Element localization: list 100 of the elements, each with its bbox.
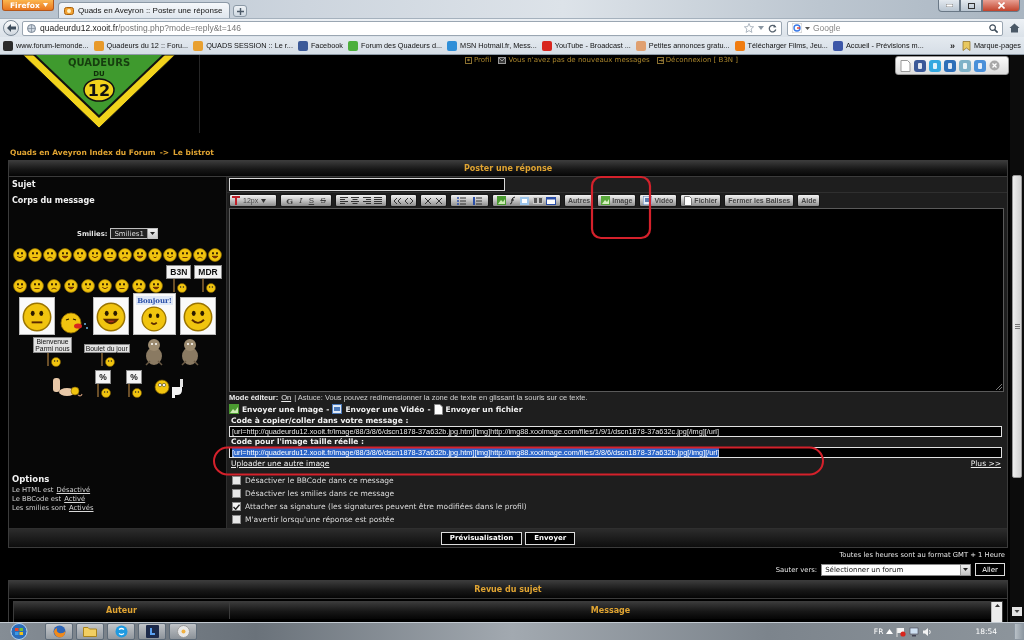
minimize-icon [945,4,953,7]
smiley-icon [141,306,168,332]
file-icon [433,403,443,415]
smiley-icon[interactable] [132,279,147,293]
toilet-smiley-icon[interactable] [154,378,184,398]
flash-icon[interactable] [509,196,517,205]
smiley-icon[interactable] [103,248,117,262]
smiley-icon[interactable] [88,248,102,262]
share-icon[interactable] [914,59,926,72]
smiley-icon[interactable] [133,248,147,262]
caret-icon [805,26,810,30]
smiley-tile[interactable] [93,297,130,335]
media-icon[interactable] [532,197,543,204]
smiley-icon[interactable] [30,279,45,293]
quote-icon[interactable] [394,197,403,204]
envelope-icon [498,56,507,64]
grip-icon [1014,324,1020,329]
network-icon[interactable] [909,626,920,637]
taskbar-button[interactable] [138,623,166,640]
checkbox[interactable] [232,515,241,524]
start-button[interactable] [10,623,30,640]
smiley-sign[interactable]: B3N [166,265,192,279]
smiley-icon[interactable] [28,248,42,262]
new-tab-button[interactable] [233,5,247,17]
close-icon [997,2,1005,9]
window-icon[interactable] [546,196,557,205]
smiley-icon[interactable] [81,279,96,293]
subject-field[interactable] [229,178,505,191]
align-center-icon[interactable] [351,197,360,204]
code-icon[interactable] [404,197,413,204]
smiley-icon[interactable] [163,248,177,262]
format-button[interactable]: I [297,195,305,206]
maximize-button[interactable] [960,0,982,12]
x-mark-icon[interactable] [435,197,442,204]
scrollbar[interactable] [1010,55,1024,622]
smiley-icon[interactable] [149,279,164,293]
share-icon[interactable] [944,59,956,72]
address-field[interactable]: quadeurdu12.xooit.fr/posting.php?mode=reply&t=146 [22,20,782,36]
kissing-face-icon[interactable] [59,311,90,335]
smiley-sign[interactable]: MDR [194,265,222,279]
smiley-tile[interactable] [179,297,216,335]
align-left-icon[interactable] [339,197,348,204]
smiley-icon[interactable] [98,279,113,293]
close-button[interactable] [982,0,1020,12]
smiley-icon[interactable] [47,279,62,293]
align-right-icon[interactable] [362,197,371,204]
page-icon[interactable] [900,59,911,72]
checkbox[interactable] [232,476,241,485]
picture-icon [601,196,611,205]
checkbox[interactable] [232,489,241,498]
reload-icon[interactable] [768,23,777,33]
bullet-list-icon[interactable] [456,196,466,205]
smiley-icon[interactable] [178,248,192,262]
format-button[interactable]: G [284,195,295,206]
numbered-list-icon[interactable] [473,196,483,205]
home-icon [1009,23,1020,33]
home-button[interactable] [1009,23,1020,33]
caret-icon[interactable] [758,26,764,30]
smiley-icon[interactable] [73,248,87,262]
column-header: Auteur [14,602,230,619]
logout-icon [656,56,664,64]
browser-tab[interactable]: Quads en Aveyron :: Poster une réponse [58,2,230,18]
back-button[interactable] [3,20,19,36]
share-icon[interactable] [974,59,986,72]
smiley-icon[interactable] [193,248,207,262]
caret-icon [42,3,48,7]
smiley-icon[interactable] [115,279,130,293]
search-field[interactable]: Google [787,20,1003,36]
smiley-icon[interactable] [118,248,132,262]
format-button[interactable]: S [306,195,317,206]
file-icon [684,195,693,206]
taskbar-button[interactable] [76,623,104,640]
scroll-down-icon[interactable] [1012,607,1022,616]
volume-icon[interactable] [922,626,933,637]
smiley-icon[interactable] [64,279,79,293]
smiley-sign[interactable]: % [95,370,111,384]
taskbar-button[interactable] [169,623,197,640]
format-button[interactable]: S [318,195,328,206]
checkbox[interactable] [232,502,241,511]
flag-icon[interactable] [896,626,907,637]
justify-icon[interactable] [374,197,383,204]
smiley-icon[interactable] [208,248,222,262]
smiley-sign[interactable]: % [126,370,142,384]
star-icon[interactable] [744,23,754,33]
disc-icon [176,625,190,638]
x-mark-icon[interactable] [425,197,432,204]
smiley-icon[interactable] [148,248,162,262]
scrollbar-thumb[interactable] [1012,175,1022,478]
search-icon[interactable] [989,23,998,33]
minimize-button[interactable] [938,0,960,12]
smiley-tile[interactable] [19,297,56,335]
more-bookmarks-button[interactable]: » [947,40,957,51]
crawling-figure-icon[interactable] [51,376,83,398]
tray-arrow-icon[interactable] [886,629,894,634]
smiley-icon[interactable] [43,248,57,262]
smiley-icon[interactable] [13,279,28,293]
smiley-icon[interactable] [58,248,72,262]
favicon-icon [64,5,74,16]
smiley-icon[interactable] [13,248,27,262]
taskbar-button[interactable] [107,623,135,640]
